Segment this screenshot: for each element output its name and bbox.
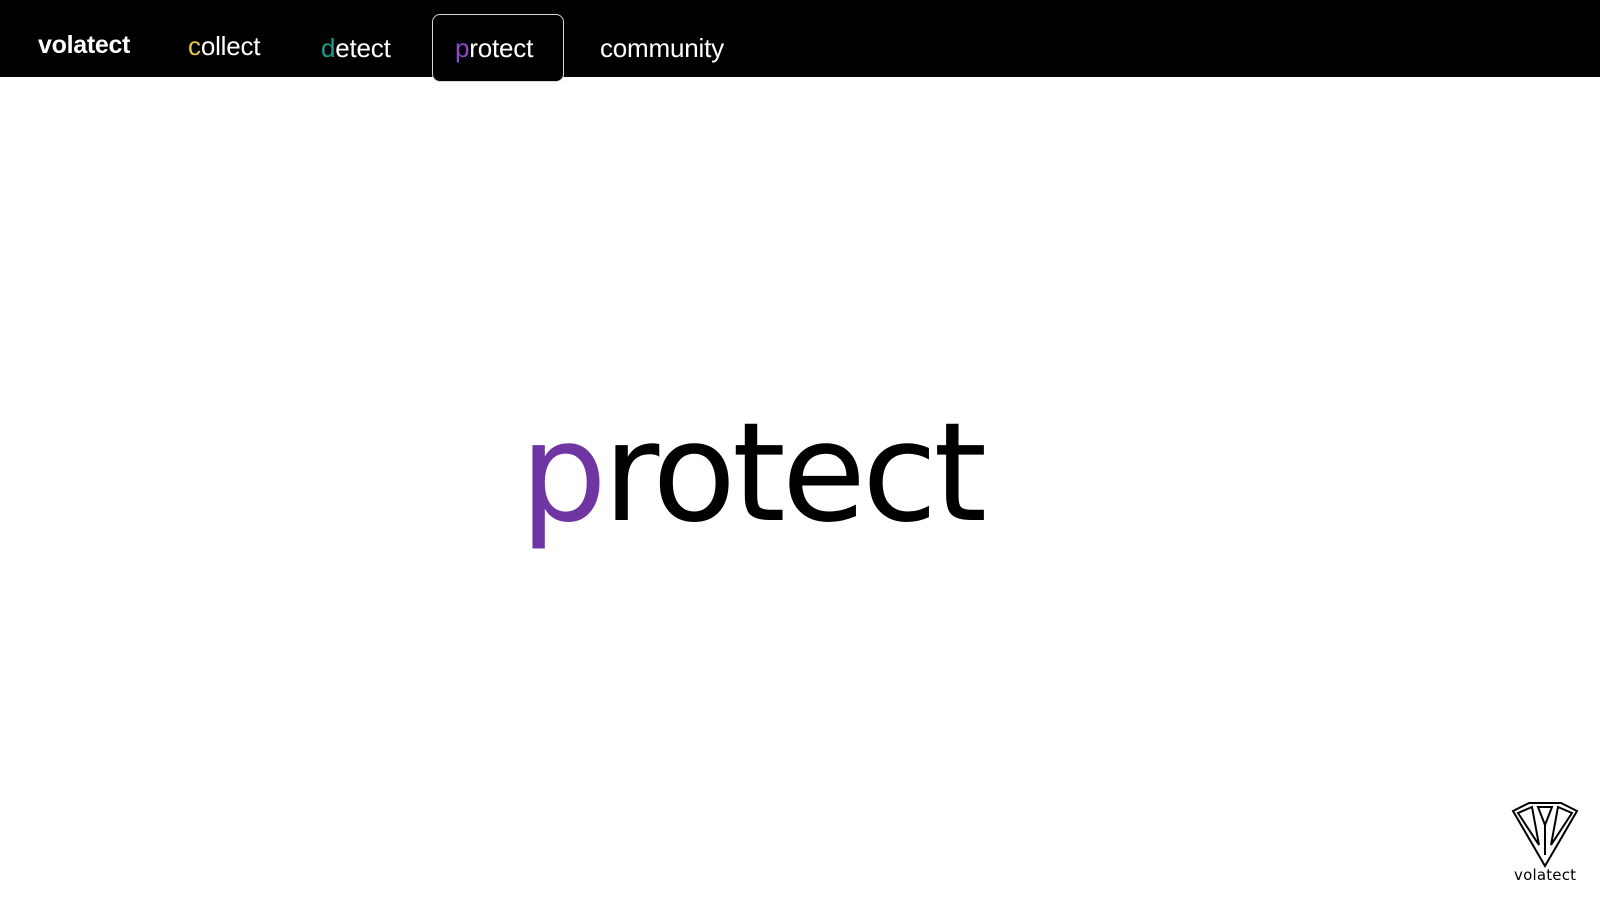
nav-community-link[interactable]: community [600, 35, 724, 61]
nav-community-label: community [600, 33, 724, 63]
hero-title: protect [520, 405, 987, 542]
hero-title-initial: p [520, 394, 607, 553]
nav-detect-label: etect [335, 33, 391, 63]
nav-protect-initial: p [455, 33, 470, 63]
nav-collect-link[interactable]: collect [188, 31, 261, 61]
nav-detect-initial: d [321, 33, 336, 63]
page: volatect collect detect protect communit… [0, 0, 1600, 900]
top-navigation-bar: volatect collect detect protect communit… [0, 0, 1600, 82]
nav-detect-link[interactable]: detect [321, 35, 391, 61]
nav-protect-link[interactable]: protect [455, 35, 533, 61]
shield-triangle-logo-icon [1510, 800, 1580, 870]
nav-protect-label: rotect [469, 33, 534, 63]
brand-home-link[interactable]: volatect [38, 33, 130, 58]
nav-collect-label: ollect [200, 31, 261, 61]
nav-collect-initial: c [188, 31, 201, 61]
hero-title-rest: rotect [602, 394, 987, 553]
footer-logo-text: volatect [1514, 866, 1577, 884]
